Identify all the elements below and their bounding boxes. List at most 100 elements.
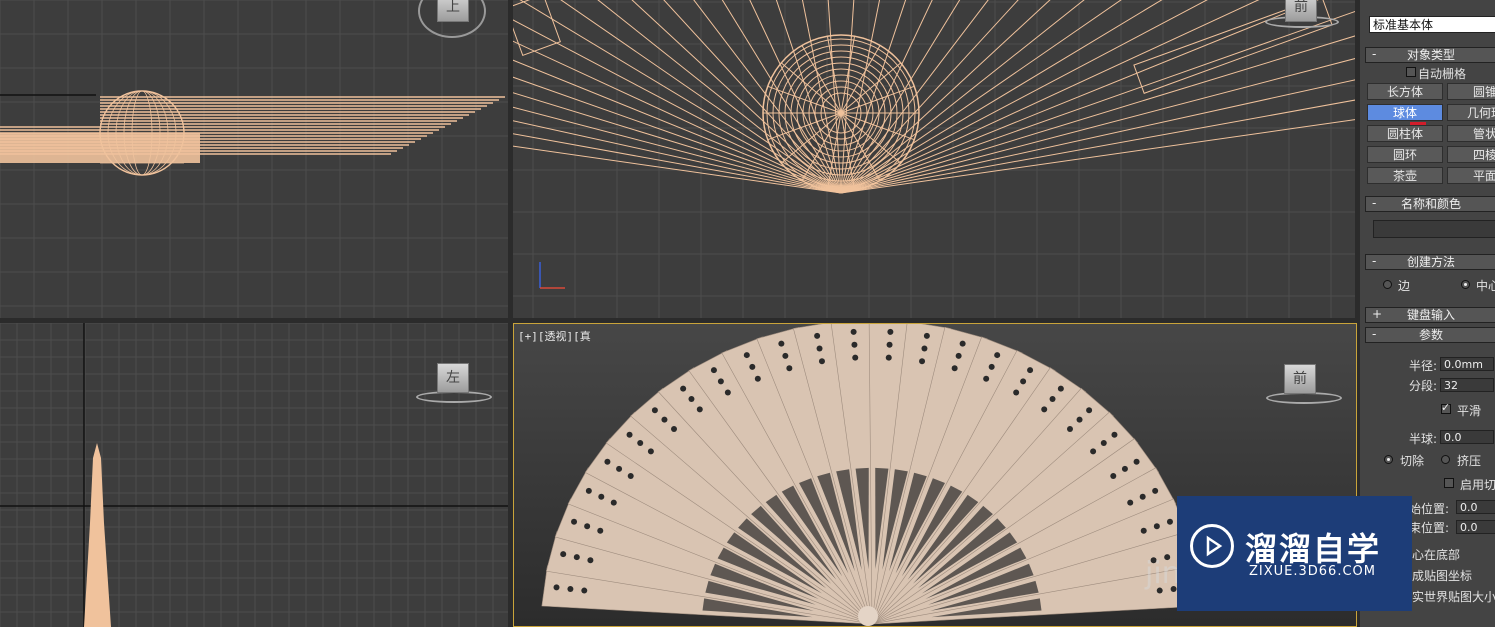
btn-tube[interactable]: 管状 — [1447, 125, 1495, 142]
fan-hole — [1086, 407, 1093, 414]
fan-hole — [637, 440, 644, 447]
fan-hole — [597, 527, 604, 534]
fan-hole — [1121, 465, 1128, 472]
btn-geosphere[interactable]: 几何球 — [1447, 104, 1495, 121]
fan-hole — [573, 554, 580, 561]
fan-hole — [585, 487, 592, 494]
radius-field[interactable]: 0.0mm — [1440, 357, 1494, 371]
rib-tip — [513, 0, 561, 56]
radio-center[interactable] — [1461, 280, 1470, 289]
fan-line — [840, 0, 1208, 194]
hemisphere-field[interactable]: 0.0 — [1440, 430, 1494, 444]
viewcube-top[interactable]: 上 — [437, 0, 469, 22]
gen-map-label: 成贴图坐标 — [1412, 569, 1473, 583]
watermark-badge: 溜溜自学 ZIXUE.3D66.COM — [1177, 496, 1412, 611]
smooth-label: 平滑 — [1457, 404, 1482, 418]
object-name-field[interactable] — [1373, 220, 1495, 238]
fan-line — [519, 0, 842, 194]
radio-edge-label: 边 — [1398, 279, 1411, 293]
fan-hole — [560, 551, 567, 558]
rollout-title: 键盘输入 — [1406, 308, 1455, 322]
rollout-name-color-header[interactable]: - 名称和颜色 — [1365, 196, 1495, 212]
slice-to-label: 束位置: — [1409, 521, 1450, 535]
viewcube-front[interactable]: 前 — [1285, 0, 1317, 22]
fan-line — [840, 0, 1319, 194]
segments-label: 分段: — [1409, 379, 1438, 393]
fan-hole — [717, 378, 724, 385]
viewport-left[interactable]: 左 — [0, 323, 508, 627]
fan-hole — [584, 523, 591, 530]
fan-hole — [1090, 448, 1097, 455]
fan-hole — [680, 385, 687, 392]
fan-hole — [887, 328, 894, 335]
fan-hole — [724, 389, 731, 396]
btn-teapot[interactable]: 茶壶 — [1367, 167, 1443, 184]
btn-torus[interactable]: 圆环 — [1367, 146, 1443, 163]
fan-hole — [959, 340, 966, 347]
fan-hole — [696, 406, 703, 413]
fan-hole — [661, 416, 668, 423]
fan-line — [597, 0, 842, 194]
rollout-title: 名称和颜色 — [1400, 197, 1461, 211]
fan-hole — [1020, 378, 1027, 385]
viewcube-left[interactable]: 左 — [437, 363, 469, 393]
ghost-watermark-text: jin — [1145, 556, 1181, 591]
fan-hole — [1049, 395, 1056, 402]
fan-line — [513, 19, 842, 194]
fan-hole — [814, 332, 821, 339]
fan-hole — [923, 332, 930, 339]
btn-plane[interactable]: 平面 — [1447, 167, 1495, 184]
radio-squash[interactable] — [1441, 455, 1450, 464]
btn-box[interactable]: 长方体 — [1367, 83, 1443, 100]
play-logo-icon — [1190, 524, 1234, 568]
fan-hole — [786, 365, 793, 372]
fan-hole — [688, 395, 695, 402]
radio-chop[interactable] — [1384, 455, 1393, 464]
smooth-checkbox[interactable] — [1441, 401, 1451, 414]
fan-hole — [647, 448, 654, 455]
fan-hole — [782, 352, 789, 359]
fan-hole — [1140, 527, 1147, 534]
fan-mass — [0, 133, 200, 163]
autogrid-checkbox[interactable] — [1406, 67, 1416, 77]
btn-cone[interactable]: 圆锥 — [1447, 83, 1495, 100]
fan-hole — [571, 518, 578, 525]
watermark-url: ZIXUE.3D66.COM — [1249, 564, 1376, 579]
fan-hole — [1139, 493, 1146, 500]
rollout-keyboard-entry-header[interactable]: + 键盘输入 — [1365, 307, 1495, 323]
radio-edge[interactable] — [1383, 280, 1392, 289]
fan-hole — [1110, 472, 1117, 479]
slice-checkbox[interactable] — [1444, 478, 1454, 488]
chop-label: 切除 — [1400, 454, 1425, 468]
fan-hole — [955, 352, 962, 359]
viewport-top[interactable]: 上 — [0, 0, 508, 318]
fan-hole — [1111, 431, 1118, 438]
real-world-label: 实世界贴图大小 — [1412, 590, 1495, 604]
radio-center-label: 中心 — [1476, 279, 1495, 293]
btn-pyramid[interactable]: 四棱 — [1447, 146, 1495, 163]
category-dropdown[interactable]: 标准基本体 — [1369, 16, 1495, 33]
viewcube-persp[interactable]: 前 — [1284, 364, 1316, 394]
slice-from-field[interactable]: 0.0 — [1456, 500, 1495, 514]
segments-field[interactable]: 32 — [1440, 378, 1494, 392]
viewport-front[interactable]: 前 — [513, 0, 1355, 318]
fan-hole — [610, 499, 617, 506]
slice-to-field[interactable]: 0.0 — [1456, 520, 1495, 534]
fan-hole — [627, 472, 634, 479]
fan-hole — [919, 358, 926, 365]
rollout-object-type-header[interactable]: - 对象类型 — [1365, 47, 1495, 63]
fan-line — [513, 40, 842, 194]
fan-hole — [851, 341, 858, 348]
btn-cylinder[interactable]: 圆柱体 — [1367, 125, 1443, 142]
rollout-title: 创建方法 — [1406, 255, 1455, 269]
fan-hole — [598, 493, 605, 500]
fan-hole — [1076, 416, 1083, 423]
fan-hole — [1066, 426, 1073, 433]
rollout-parameters-header[interactable]: - 参数 — [1365, 327, 1495, 343]
rollout-creation-method-header[interactable]: - 创建方法 — [1365, 254, 1495, 270]
fan-hole — [710, 367, 717, 374]
fan-line — [513, 59, 842, 194]
btn-sphere[interactable]: 球体 — [1367, 104, 1443, 121]
viewport-label[interactable]: [+][透视][真 — [518, 328, 591, 344]
fan-hole — [1041, 406, 1048, 413]
